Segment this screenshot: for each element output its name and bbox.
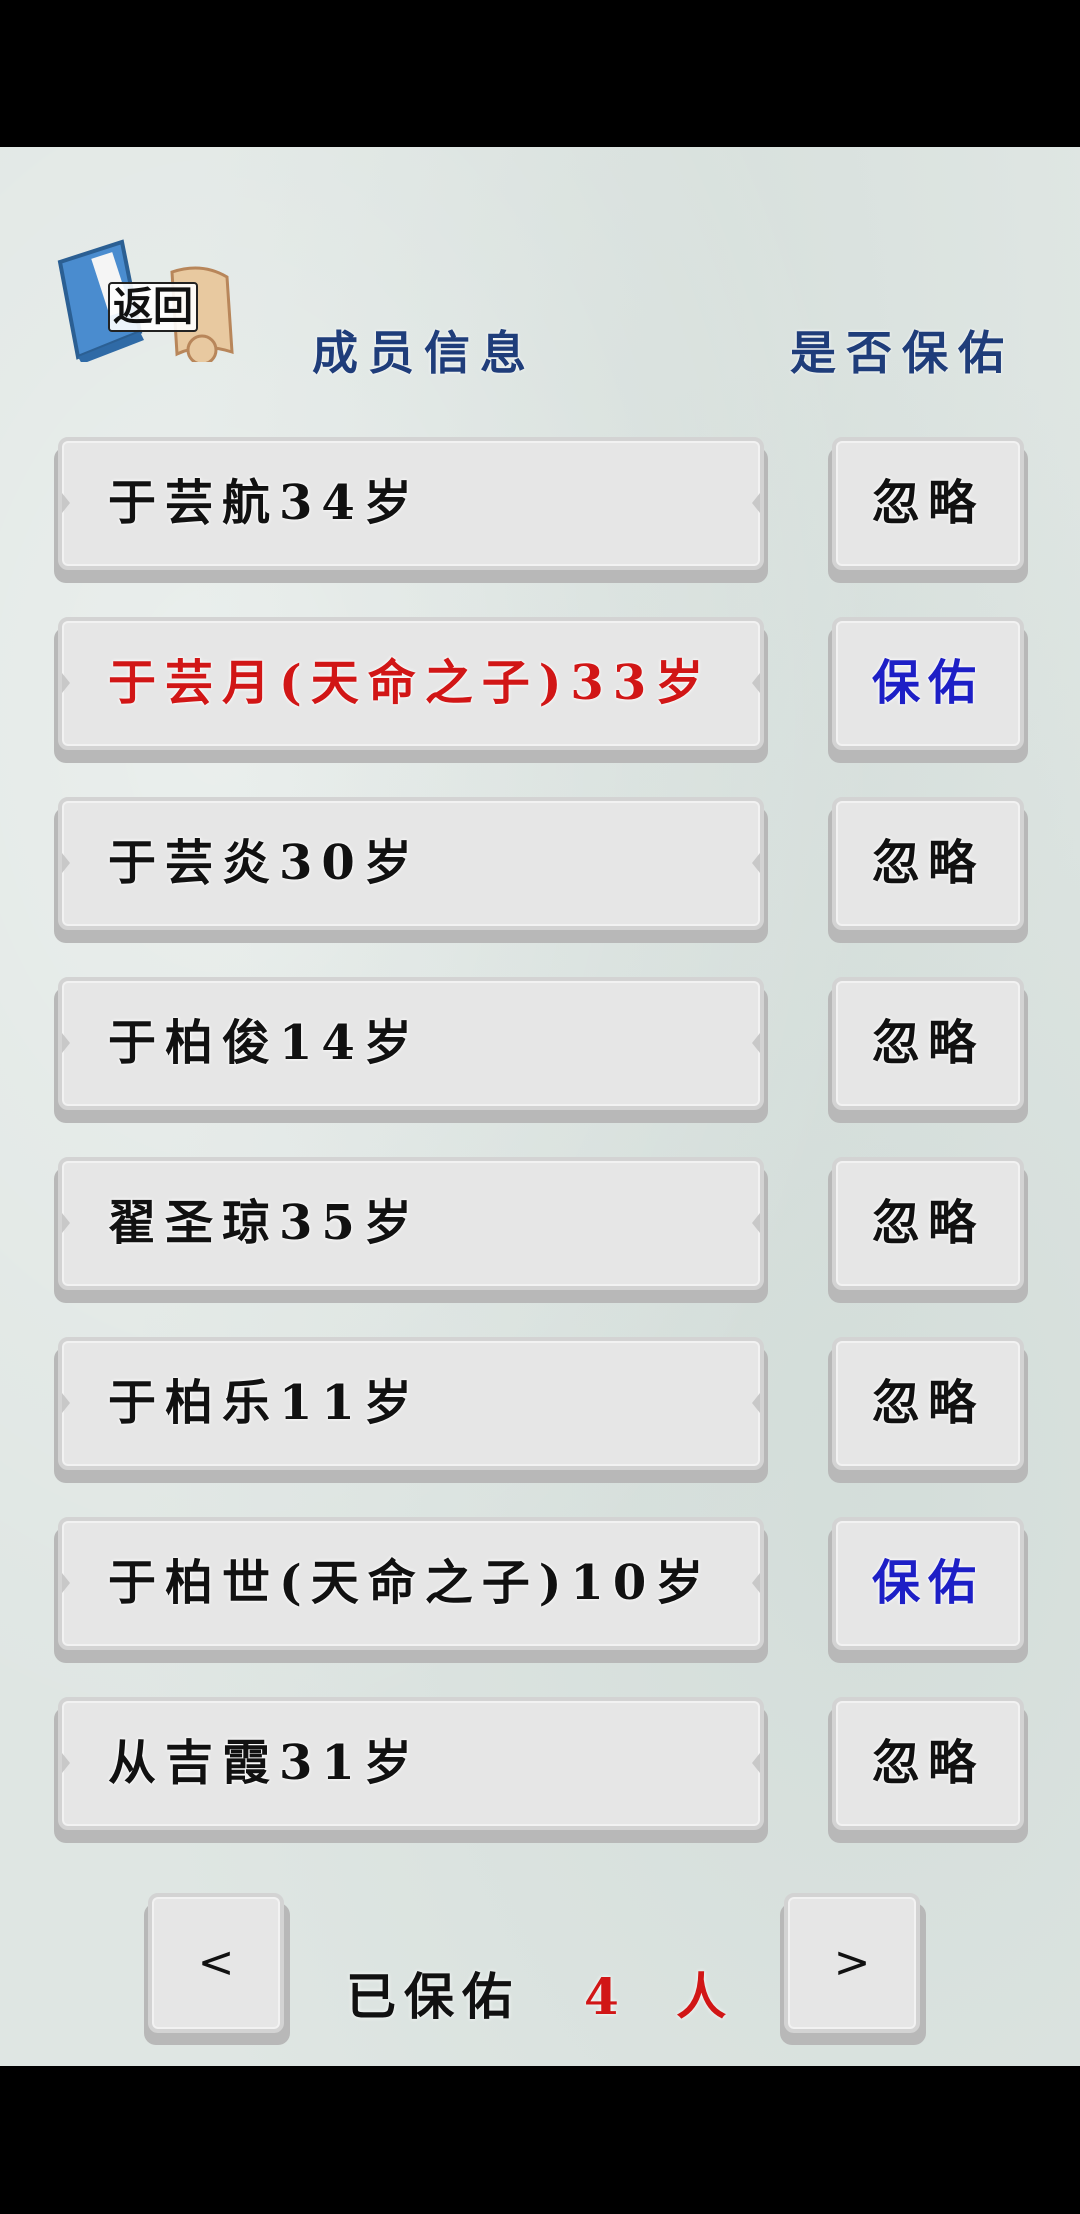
- action-label: 保佑: [871, 655, 984, 711]
- ignore-button[interactable]: 忽略: [828, 1157, 1028, 1303]
- status-bar: [0, 0, 1080, 147]
- member-info-text: 于芸炎30岁: [108, 835, 421, 891]
- ignore-button[interactable]: 忽略: [828, 437, 1028, 583]
- family-bless-screen: 返回 成员信息 是否保佑 于芸航34岁 忽略 于芸月(天命之子)33岁 保佑 于芸炎30…: [0, 147, 1080, 2066]
- action-label: 忽略: [871, 835, 984, 891]
- next-page-button[interactable]: >: [780, 1893, 926, 2045]
- member-info-text: 于芸月(天命之子)33岁: [108, 655, 713, 711]
- member-row[interactable]: 于芸炎30岁: [54, 797, 768, 943]
- member-row[interactable]: 于芸月(天命之子)33岁: [54, 617, 768, 763]
- member-row[interactable]: 于柏世(天命之子)10岁: [54, 1517, 768, 1663]
- member-row[interactable]: 翟圣琼35岁: [54, 1157, 768, 1303]
- action-label: 忽略: [871, 475, 984, 531]
- action-label: 保佑: [871, 1555, 984, 1611]
- bless-button[interactable]: 保佑: [828, 1517, 1028, 1663]
- ignore-button[interactable]: 忽略: [828, 1697, 1028, 1843]
- back-label: 返回: [108, 282, 198, 332]
- members-column-title: 成员信息: [312, 326, 536, 380]
- member-row[interactable]: 于柏俊14岁: [54, 977, 768, 1123]
- member-info-text: 于柏乐11岁: [108, 1375, 421, 1431]
- next-page-label: >: [833, 1937, 871, 1988]
- ignore-button[interactable]: 忽略: [828, 1337, 1028, 1483]
- member-info-text: 于芸航34岁: [108, 475, 421, 531]
- member-info-text: 翟圣琼35岁: [108, 1195, 421, 1251]
- action-label: 忽略: [871, 1015, 984, 1071]
- prev-page-button[interactable]: <: [144, 1893, 290, 2045]
- back-button[interactable]: 返回: [52, 232, 242, 362]
- member-info-text: 于柏世(天命之子)10岁: [108, 1555, 713, 1611]
- action-label: 忽略: [871, 1195, 984, 1251]
- action-label: 忽略: [871, 1375, 984, 1431]
- ignore-button[interactable]: 忽略: [828, 797, 1028, 943]
- member-row[interactable]: 从吉霞31岁: [54, 1697, 768, 1843]
- navigation-bar: [0, 2066, 1080, 2214]
- member-row[interactable]: 于芸航34岁: [54, 437, 768, 583]
- blessed-count-value: 4 人: [584, 1967, 747, 2026]
- ignore-button[interactable]: 忽略: [828, 977, 1028, 1123]
- prev-page-label: <: [197, 1937, 235, 1988]
- member-info-text: 从吉霞31岁: [108, 1735, 421, 1791]
- member-info-text: 于柏俊14岁: [108, 1015, 421, 1071]
- action-label: 忽略: [871, 1735, 984, 1791]
- bless-column-title: 是否保佑: [790, 326, 1014, 380]
- member-row[interactable]: 于柏乐11岁: [54, 1337, 768, 1483]
- bless-button[interactable]: 保佑: [828, 617, 1028, 763]
- blessed-count-label: 已保佑: [346, 1967, 520, 2026]
